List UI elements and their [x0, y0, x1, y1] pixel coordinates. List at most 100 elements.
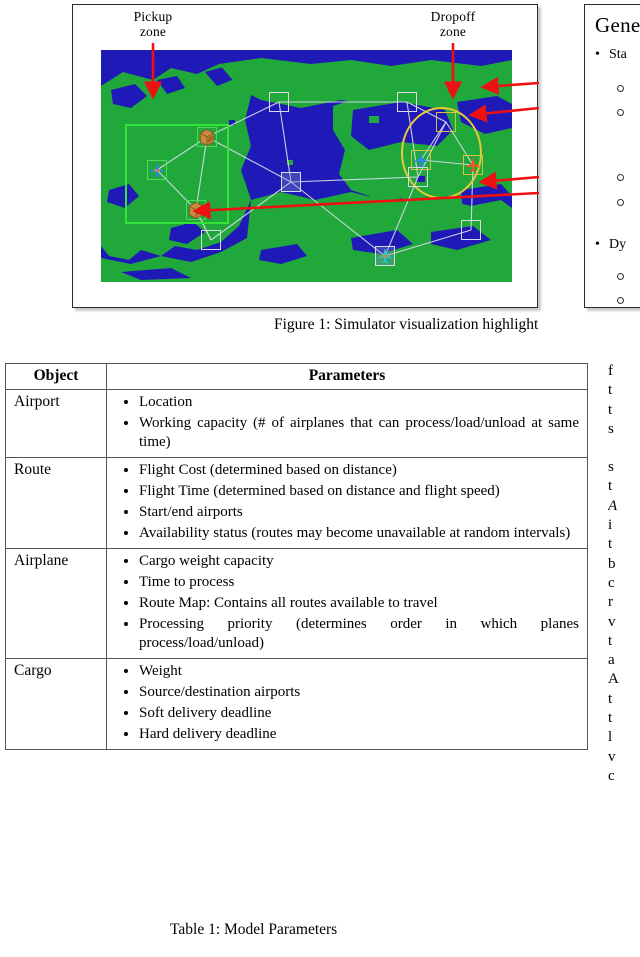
list-item: Time to process	[139, 572, 579, 592]
airport-south-center[interactable]	[375, 246, 395, 266]
airport-pickup-cargo-bottom[interactable]	[186, 200, 206, 220]
list-item: Location	[139, 392, 579, 412]
row-params-route: Flight Cost (determined based on distanc…	[106, 457, 588, 549]
slide-subbullet-4	[617, 193, 624, 209]
slide-bullet1-label: Sta	[609, 47, 627, 62]
right-col-line: f	[608, 363, 613, 379]
table-header-row: Object Parameters	[5, 363, 588, 390]
airplane-icon-orange	[466, 158, 480, 173]
list-item: Cargo weight capacity	[139, 551, 579, 571]
list-item: Processing priority (determines order in…	[139, 614, 579, 653]
list-item: Hard delivery deadline	[139, 724, 579, 744]
airport-south-east[interactable]	[461, 220, 481, 240]
right-text-column-clipped: f t t s s t A i t b c r v t a A t t l v …	[608, 362, 640, 786]
hollow-bullet-icon	[617, 198, 624, 206]
list-item: Availability status (routes may become u…	[139, 523, 579, 543]
airport-dropoff-plane-blue[interactable]	[411, 150, 431, 170]
hollow-bullet-icon	[617, 108, 624, 116]
list-item: Weight	[139, 661, 579, 681]
hollow-bullet-icon	[617, 173, 624, 181]
pickup-zone-label-line2: zone	[139, 24, 167, 39]
row-params-airplane: Cargo weight capacity Time to process Ro…	[106, 548, 588, 659]
simulator-map	[101, 50, 512, 282]
right-col-line: s	[608, 420, 614, 437]
column-header-parameters: Parameters	[106, 363, 588, 390]
figure-annotation-labels: Pickup zone Dropoff zone	[73, 5, 537, 51]
right-col-line: l	[608, 729, 613, 746]
pickup-zone-label-line1: Pickup	[133, 9, 173, 24]
pickup-zone-label: Pickup zone	[111, 9, 195, 39]
bullet-dot-icon: •	[595, 47, 600, 62]
right-col-line: c	[608, 574, 615, 591]
slide-panel-clipped: Gene • Sta • Dy	[584, 4, 640, 308]
model-parameters-table: Object Parameters Airport Location Worki…	[5, 363, 588, 750]
bullet-dot-icon: •	[595, 237, 600, 252]
table-row: Airport Location Working capacity (# of …	[5, 389, 588, 458]
row-params-airport: Location Working capacity (# of airplane…	[106, 389, 588, 458]
hollow-bullet-icon	[617, 296, 624, 304]
column-header-object: Object	[5, 363, 107, 390]
airport-dropoff-plane-orange[interactable]	[463, 155, 483, 175]
right-col-line: t	[608, 632, 613, 649]
right-col-line: t	[608, 401, 613, 418]
list-item: Flight Cost (determined based on distanc…	[139, 460, 579, 480]
parameter-list: Location Working capacity (# of airplane…	[113, 392, 581, 452]
right-col-line: i	[608, 517, 613, 534]
right-col-line: v	[608, 613, 616, 630]
list-item: Source/destination airports	[139, 682, 579, 702]
table-caption: Table 1: Model Parameters	[170, 921, 338, 938]
parameter-list: Weight Source/destination airports Soft …	[113, 661, 581, 744]
airplane-icon-cyan	[378, 249, 392, 264]
airport-pickup-cargo-top[interactable]	[197, 127, 217, 147]
list-item: Working capacity (# of airplanes that ca…	[139, 413, 579, 452]
hollow-bullet-icon	[617, 84, 624, 92]
right-col-line: t	[608, 710, 613, 727]
slide-subbullet-6	[617, 291, 624, 307]
list-item: Flight Time (determined based on distanc…	[139, 481, 579, 501]
parameter-list: Cargo weight capacity Time to process Ro…	[113, 551, 581, 653]
slide-subbullet-5	[617, 267, 624, 283]
slide-title: Gene	[595, 13, 640, 37]
row-object-airplane: Airplane	[5, 548, 107, 659]
right-col-line: c	[608, 767, 615, 784]
right-col-line: b	[608, 555, 616, 572]
table-row: Airplane Cargo weight capacity Time to p…	[5, 548, 588, 659]
airport-south-west[interactable]	[201, 230, 221, 250]
slide-subbullet-2	[617, 103, 624, 119]
cargo-box-icon	[188, 201, 204, 220]
hollow-bullet-icon	[617, 272, 624, 280]
right-col-line: r	[608, 594, 613, 611]
slide-subbullet-1	[617, 79, 624, 95]
airplane-icon-blue	[150, 163, 164, 178]
right-col-line: s	[608, 459, 614, 476]
slide-subbullet-3	[617, 168, 624, 184]
document-page: Pickup zone Dropoff zone Gene • Sta • Dy…	[0, 0, 640, 957]
slide-bullet-dynamic: • Dy	[595, 237, 626, 253]
right-col-line: A	[608, 671, 619, 688]
airport-north-central[interactable]	[269, 92, 289, 112]
right-col-line: v	[608, 748, 616, 765]
airport-north-east[interactable]	[397, 92, 417, 112]
airport-center-hub[interactable]	[281, 172, 301, 192]
airport-pickup-plane[interactable]	[147, 160, 167, 180]
slide-bullet2-label: Dy	[609, 237, 627, 252]
row-object-route: Route	[5, 457, 107, 549]
row-params-cargo: Weight Source/destination airports Soft …	[106, 658, 588, 750]
airport-dropoff-top[interactable]	[436, 112, 456, 132]
airplane-icon-blue	[414, 153, 428, 168]
right-col-line: t	[608, 536, 613, 553]
list-item: Soft delivery deadline	[139, 703, 579, 723]
dropoff-zone-label-line1: Dropoff	[430, 9, 476, 24]
right-col-line: t	[608, 690, 613, 707]
dropoff-zone-label-line2: zone	[439, 24, 467, 39]
right-col-line: t	[608, 478, 613, 495]
parameter-list: Flight Cost (determined based on distanc…	[113, 460, 581, 543]
table-row: Route Flight Cost (determined based on d…	[5, 457, 588, 549]
figure-caption: Figure 1: Simulator visualization highli…	[274, 316, 539, 333]
slide-bullet-static: • Sta	[595, 47, 627, 63]
airport-east-mid[interactable]	[408, 167, 428, 187]
list-item: Start/end airports	[139, 502, 579, 522]
right-col-line: A	[608, 497, 618, 514]
right-col-line: a	[608, 652, 615, 669]
